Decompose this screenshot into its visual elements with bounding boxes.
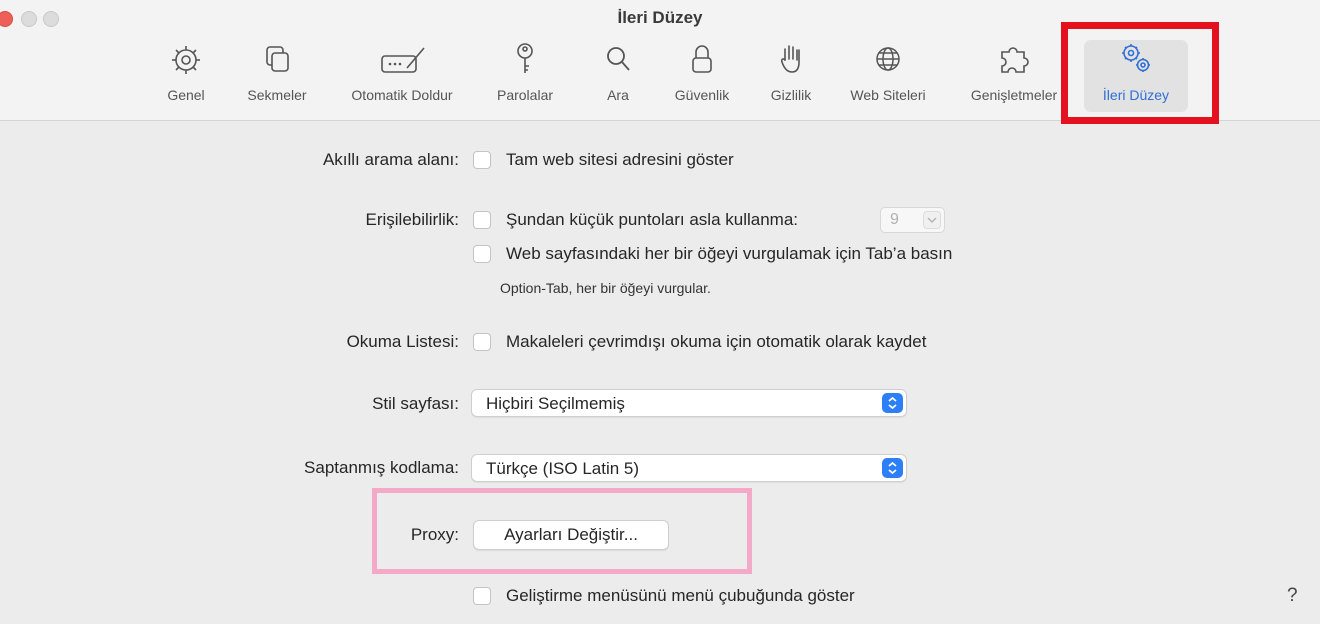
toolbar-label: Gizlilik	[770, 87, 812, 103]
style-sheet-select[interactable]: Hiçbiri Seçilmemiş	[471, 389, 907, 417]
toolbar-label: Genel	[167, 87, 205, 103]
smart-search-label: Akıllı arama alanı:	[322, 150, 459, 169]
style-sheet-value: Hiçbiri Seçilmemiş	[486, 394, 625, 413]
style-sheet-label: Stil sayfası:	[372, 394, 459, 413]
globe-icon	[876, 47, 900, 71]
magnifier-icon	[607, 47, 630, 71]
developer-menu-checkbox[interactable]	[473, 587, 491, 605]
tab-highlight-checkbox[interactable]	[473, 245, 491, 263]
accessibility-label: Erişilebilirlik:	[365, 210, 459, 229]
window-toolbar: İleri Düzey Genel Sekmeler Otomatik Dold…	[0, 0, 1320, 124]
key-icon	[517, 43, 533, 73]
puzzle-icon	[1001, 47, 1029, 73]
encoding-value: Türkçe (ISO Latin 5)	[486, 459, 640, 478]
toolbar-item-privacy[interactable]: Gizlilik	[756, 40, 826, 112]
encoding-select[interactable]: Türkçe (ISO Latin 5)	[471, 454, 907, 482]
toolbar-item-security[interactable]: Güvenlik	[662, 40, 742, 112]
toolbar-item-tabs[interactable]: Sekmeler	[237, 40, 317, 112]
red-highlight-box	[1061, 22, 1219, 124]
smart-search-option: Tam web sitesi adresini göster	[506, 150, 734, 169]
proxy-label: Proxy:	[410, 525, 459, 544]
gear-icon	[172, 46, 200, 74]
chevron-down-icon	[923, 211, 941, 229]
developer-menu-option: Geliştirme menüsünü menü çubuğunda göste…	[506, 586, 855, 605]
updown-chevron-icon	[882, 458, 903, 478]
min-font-size-value: 9	[890, 211, 899, 228]
toolbar-item-autofill[interactable]: Otomatik Doldur	[332, 40, 472, 112]
help-button[interactable]: ?	[1287, 585, 1298, 607]
min-font-size-option: Şundan küçük puntoları asla kullanma:	[506, 210, 799, 229]
toolbar-item-search[interactable]: Ara	[588, 40, 648, 112]
toolbar-item-extensions[interactable]: Genişletmeler	[959, 40, 1069, 112]
reading-list-label: Okuma Listesi:	[346, 332, 459, 351]
toolbar-label: Otomatik Doldur	[351, 87, 453, 103]
tab-highlight-option: Web sayfasındaki her bir öğeyi vurgulama…	[506, 244, 953, 263]
autofill-pencil-icon	[381, 47, 425, 73]
toolbar-label: Sekmeler	[247, 87, 307, 103]
tabs-icon	[266, 46, 289, 72]
encoding-label: Saptanmış kodlama:	[304, 458, 459, 477]
lock-icon	[692, 45, 712, 73]
min-font-size-select[interactable]: 9	[880, 207, 945, 233]
toolbar-item-websites[interactable]: Web Siteleri	[838, 40, 938, 112]
toolbar-label: Parolalar	[496, 87, 554, 103]
reading-list-checkbox[interactable]	[473, 333, 491, 351]
toolbar-item-passwords[interactable]: Parolalar	[485, 40, 565, 112]
reading-list-option: Makaleleri çevrimdışı okuma için otomati…	[506, 332, 927, 351]
updown-chevron-icon	[882, 393, 903, 413]
smart-search-checkbox[interactable]	[473, 151, 491, 169]
change-proxy-settings-button[interactable]: Ayarları Değiştir...	[473, 520, 669, 550]
toolbar-label: Web Siteleri	[850, 87, 926, 103]
toolbar-label: Genişletmeler	[970, 87, 1058, 103]
toolbar-label: Ara	[607, 87, 629, 103]
toolbar-item-general[interactable]: Genel	[154, 40, 218, 112]
hand-icon	[780, 45, 800, 73]
toolbar-label: Güvenlik	[674, 87, 730, 103]
min-font-size-checkbox[interactable]	[473, 211, 491, 229]
tab-highlight-hint: Option-Tab, her bir öğeyi vurgular.	[500, 280, 711, 296]
